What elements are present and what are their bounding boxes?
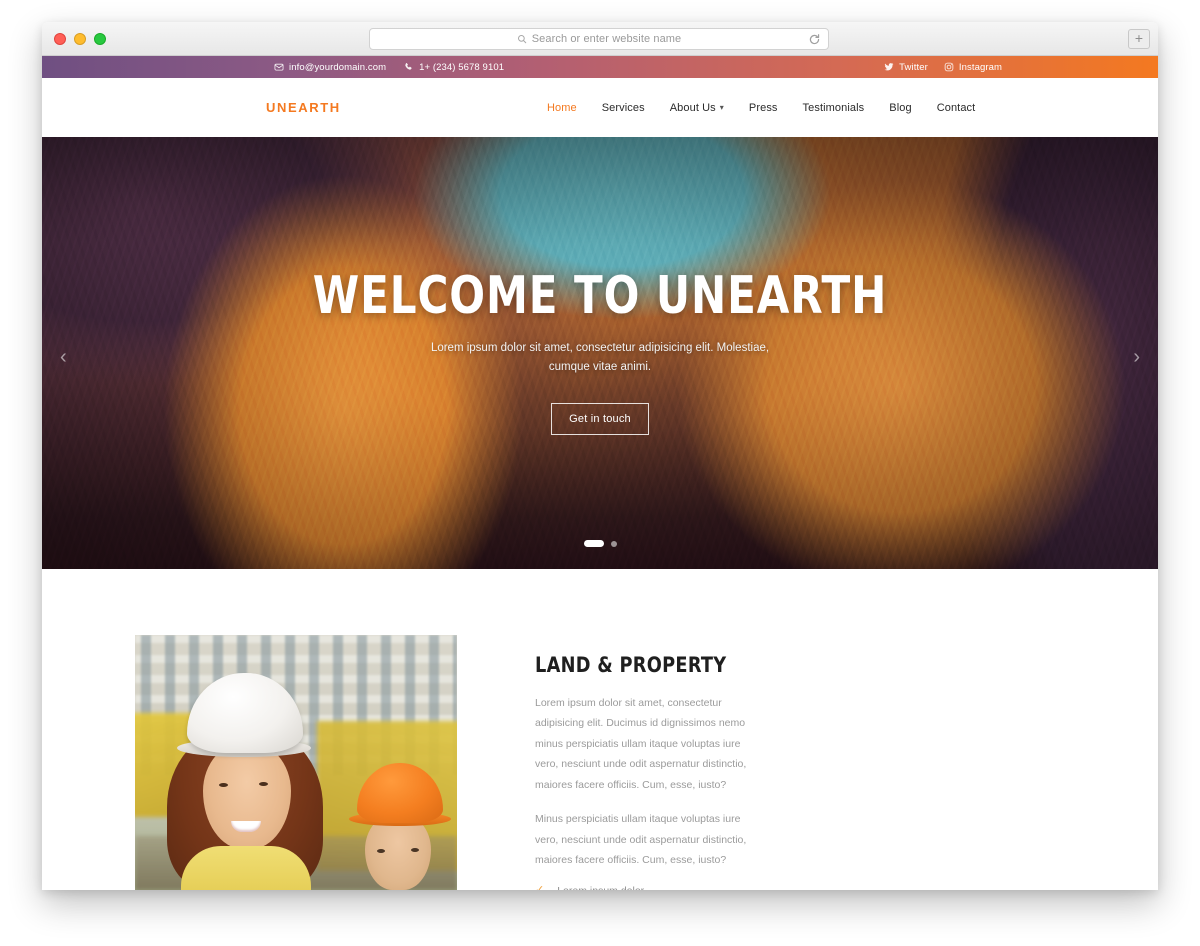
- instagram-icon: [944, 62, 954, 72]
- photo-woman-eye-right: [259, 782, 268, 786]
- nav-item-services-label: Services: [601, 101, 645, 114]
- nav-item-blog-label: Blog: [889, 101, 912, 114]
- carousel-indicators: [42, 540, 1158, 547]
- feature-list: ✓ Lorem ipsum dolor. ✓ Consectetur adipi…: [535, 885, 1065, 890]
- photo-woman-face: [203, 741, 291, 849]
- nav-item-contact[interactable]: Contact: [937, 102, 976, 114]
- land-and-property-section: LAND & PROPERTY Lorem ipsum dolor sit am…: [42, 569, 1158, 890]
- nav-item-home-label: Home: [547, 101, 577, 114]
- hero-content: WELCOME TO UNEARTH Lorem ipsum dolor sit…: [42, 270, 1158, 435]
- chevron-down-icon: ▾: [719, 102, 724, 112]
- contact-email-label: info@yourdomain.com: [289, 61, 387, 73]
- address-bar-placeholder: Search or enter website name: [531, 33, 682, 45]
- carousel-indicator-2[interactable]: [610, 540, 617, 547]
- nav-item-testimonials[interactable]: Testimonials: [803, 102, 865, 114]
- close-window-button[interactable]: [54, 33, 66, 45]
- photo-woman-shirt: [181, 846, 311, 890]
- reload-icon[interactable]: [808, 33, 821, 46]
- phone-icon: [405, 63, 412, 70]
- check-icon: ✓: [535, 885, 544, 890]
- browser-window: Search or enter website name + info@your…: [42, 22, 1158, 890]
- chevron-left-icon[interactable]: ‹: [60, 347, 67, 367]
- social-link-twitter-label: Twitter: [899, 61, 928, 73]
- nav-item-blog[interactable]: Blog: [889, 102, 911, 114]
- nav-item-services[interactable]: Services: [602, 102, 645, 114]
- nav-item-about-us-label: About Us: [669, 101, 716, 114]
- main-navigation: Home Services About Us ▾ Press Testimoni…: [547, 102, 975, 114]
- hero-subtitle: Lorem ipsum dolor sit amet, consectetur …: [430, 342, 770, 373]
- about-paragraph-2: Minus perspiciatis ullam itaque voluptas…: [535, 813, 747, 867]
- hero-slider: WELCOME TO UNEARTH Lorem ipsum dolor sit…: [42, 137, 1158, 569]
- social-links-group: Twitter Instagram: [884, 62, 1002, 73]
- carousel-indicator-1[interactable]: [583, 540, 604, 547]
- envelope-icon: [274, 63, 284, 71]
- social-link-instagram-label: Instagram: [958, 61, 1002, 73]
- list-item: ✓ Lorem ipsum dolor.: [535, 885, 1065, 890]
- contact-email[interactable]: info@yourdomain.com: [274, 62, 386, 73]
- twitter-icon: [884, 63, 894, 71]
- nav-item-testimonials-label: Testimonials: [802, 101, 865, 114]
- search-icon: [517, 35, 526, 44]
- section-heading: LAND & PROPERTY: [535, 653, 727, 677]
- nav-item-contact-label: Contact: [936, 101, 976, 114]
- nav-item-about-us[interactable]: About Us ▾: [670, 102, 724, 114]
- social-link-twitter[interactable]: Twitter: [884, 62, 928, 73]
- about-paragraph-1: Lorem ipsum dolor sit amet, consectetur …: [535, 697, 747, 791]
- maximize-window-button[interactable]: [94, 33, 106, 45]
- about-text-column: LAND & PROPERTY Lorem ipsum dolor sit am…: [535, 635, 1065, 890]
- nav-item-home[interactable]: Home: [547, 102, 577, 114]
- browser-titlebar: Search or enter website name +: [42, 22, 1158, 56]
- photo-woman-eye-left: [219, 783, 228, 787]
- utility-topbar: info@yourdomain.com 1+ (234) 5678 9101 T…: [42, 56, 1158, 78]
- list-item-label: Lorem ipsum dolor.: [557, 885, 646, 890]
- nav-item-press[interactable]: Press: [749, 102, 778, 114]
- window-controls: [54, 33, 106, 45]
- page-viewport: info@yourdomain.com 1+ (234) 5678 9101 T…: [42, 56, 1158, 890]
- address-bar[interactable]: Search or enter website name: [369, 28, 829, 50]
- photo-man-eye-left: [377, 849, 385, 853]
- minimize-window-button[interactable]: [74, 33, 86, 45]
- about-photo: [135, 635, 457, 890]
- hero-title: WELCOME TO UNEARTH: [312, 266, 888, 326]
- brand-logo[interactable]: UNEARTH: [266, 100, 341, 115]
- social-link-instagram[interactable]: Instagram: [944, 62, 1002, 73]
- contact-info-group: info@yourdomain.com 1+ (234) 5678 9101: [274, 62, 504, 73]
- get-in-touch-button[interactable]: Get in touch: [551, 402, 649, 435]
- new-tab-button[interactable]: +: [1128, 29, 1150, 49]
- photo-man-eye-right: [411, 848, 419, 852]
- chevron-right-icon[interactable]: ›: [1133, 347, 1140, 367]
- nav-item-press-label: Press: [748, 101, 778, 114]
- contact-phone[interactable]: 1+ (234) 5678 9101: [404, 62, 504, 73]
- contact-phone-label: 1+ (234) 5678 9101: [419, 61, 505, 73]
- site-header: UNEARTH Home Services About Us ▾ Press T…: [42, 78, 1158, 137]
